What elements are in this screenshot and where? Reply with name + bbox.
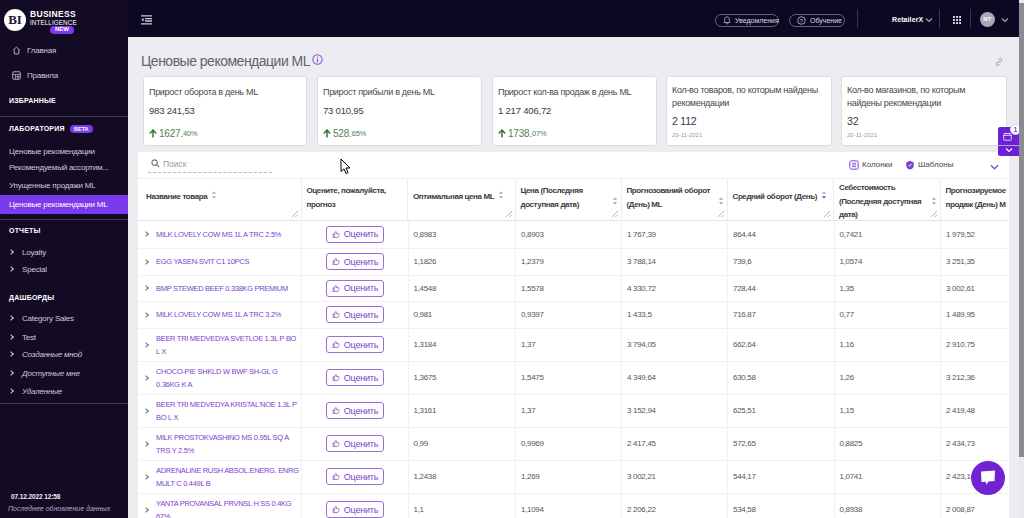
svg-text:?: ? [800,18,804,24]
